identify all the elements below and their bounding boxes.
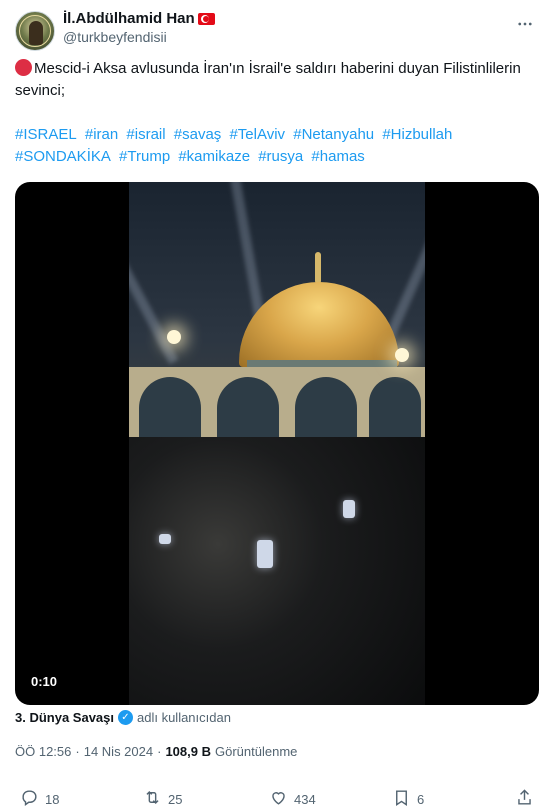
reply-button[interactable]: 18 bbox=[20, 788, 59, 810]
verified-icon: ✓ bbox=[118, 710, 133, 725]
bookmark-icon bbox=[392, 788, 411, 810]
phone-screen bbox=[343, 500, 355, 518]
action-bar: 18 25 434 6 bbox=[15, 788, 535, 810]
video-player[interactable]: 0:10 bbox=[15, 182, 539, 705]
video-attribution: 3. Dünya Savaşı ✓ adlı kullanıcıdan bbox=[15, 710, 231, 725]
hashtag-link[interactable]: #kamikaze bbox=[178, 148, 250, 165]
like-icon bbox=[269, 788, 288, 810]
hashtag-link[interactable]: #iran bbox=[85, 126, 118, 143]
views-count: 108,9 B bbox=[165, 744, 211, 759]
phone-screen bbox=[159, 534, 171, 544]
red-circle-icon bbox=[15, 59, 32, 76]
meta-separator: · bbox=[75, 744, 80, 759]
like-button[interactable]: 434 bbox=[269, 788, 316, 810]
bookmark-count: 6 bbox=[417, 791, 425, 807]
tweet-body: Mescid-i Aksa avlusunda İran'ın İsrail'e… bbox=[15, 60, 521, 99]
hashtag-link[interactable]: #Netanyahu bbox=[293, 126, 374, 143]
display-name[interactable]: İl.Abdülhamid Han bbox=[63, 10, 195, 27]
more-icon[interactable] bbox=[515, 14, 535, 34]
hashtag-link[interactable]: #israil bbox=[126, 126, 165, 143]
repost-button[interactable]: 25 bbox=[143, 788, 182, 810]
phone-screen bbox=[257, 540, 273, 568]
lamp-light bbox=[395, 348, 409, 362]
avatar-figure bbox=[29, 21, 43, 45]
post-date[interactable]: 14 Nis 2024 bbox=[84, 744, 153, 759]
tweet-text: Mescid-i Aksa avlusunda İran'ın İsrail'e… bbox=[15, 58, 530, 102]
meta-separator: · bbox=[157, 744, 162, 759]
hashtag-link[interactable]: #Hizbullah bbox=[382, 126, 452, 143]
reply-icon bbox=[20, 788, 39, 810]
reply-count: 18 bbox=[45, 791, 60, 807]
avatar[interactable] bbox=[15, 11, 55, 51]
lamp-light bbox=[167, 330, 181, 344]
bookmark-button[interactable]: 6 bbox=[392, 788, 424, 810]
repost-icon bbox=[143, 788, 162, 810]
user-handle[interactable]: @turkbeyfendisii bbox=[63, 29, 167, 45]
dome-finial bbox=[315, 252, 321, 284]
hashtag-link[interactable]: #SONDAKİKA bbox=[15, 148, 111, 165]
share-button[interactable] bbox=[515, 788, 534, 810]
repost-count: 25 bbox=[168, 791, 183, 807]
crowd bbox=[129, 437, 425, 705]
hashtag-list: #ISRAEL #iran #israil #savaş #TelAviv #N… bbox=[15, 124, 530, 168]
hashtag-link[interactable]: #rusya bbox=[258, 148, 303, 165]
tweet-meta: ÖÖ 12:56 · 14 Nis 2024 · 108,9 B Görüntü… bbox=[15, 744, 297, 759]
hashtag-link[interactable]: #ISRAEL bbox=[15, 126, 77, 143]
share-icon bbox=[515, 788, 534, 810]
video-duration: 0:10 bbox=[31, 674, 58, 689]
tweet-header: İl.Abdülhamid Han @turkbeyfendisii bbox=[15, 8, 535, 51]
like-count: 434 bbox=[294, 791, 316, 807]
hashtag-link[interactable]: #hamas bbox=[311, 148, 364, 165]
video-frame bbox=[129, 182, 425, 705]
hashtag-link[interactable]: #TelAviv bbox=[229, 126, 285, 143]
hashtag-link[interactable]: #savaş bbox=[174, 126, 222, 143]
hashtag-link[interactable]: #Trump bbox=[119, 148, 170, 165]
attribution-suffix: adlı kullanıcıdan bbox=[137, 710, 231, 725]
attribution-name[interactable]: 3. Dünya Savaşı bbox=[15, 710, 114, 725]
views-label: Görüntülenme bbox=[215, 744, 298, 759]
golden-dome bbox=[239, 282, 399, 367]
post-time[interactable]: ÖÖ 12:56 bbox=[15, 744, 71, 759]
turkey-flag-icon bbox=[197, 12, 215, 25]
name-row: İl.Abdülhamid Han bbox=[63, 10, 215, 27]
